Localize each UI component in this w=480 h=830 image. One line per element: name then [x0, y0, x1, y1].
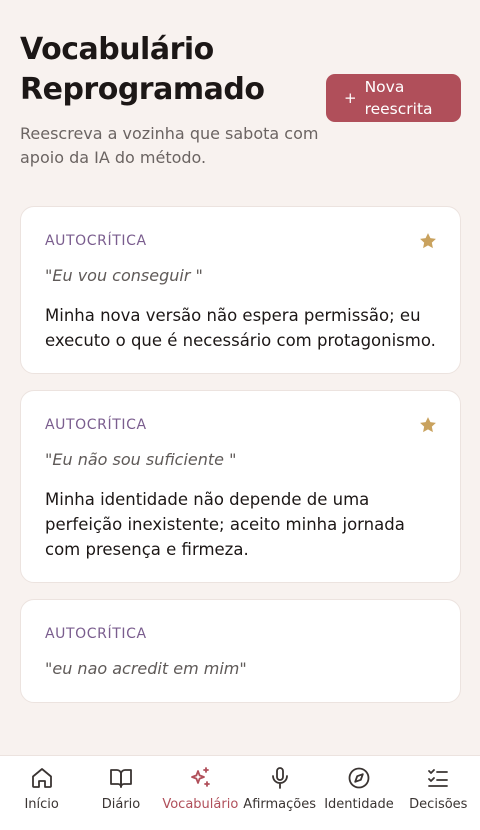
star-icon[interactable] [418, 231, 438, 251]
star-icon[interactable] [418, 415, 438, 435]
rewrite-card[interactable]: AUTOCRÍTICA "eu nao acredit em mim" [20, 599, 461, 703]
nav-label: Diário [101, 797, 141, 812]
nav-label: Decisões [409, 797, 468, 812]
nav-item-identidade[interactable]: Identidade [319, 766, 398, 830]
nav-label: Afirmações [243, 797, 316, 812]
compass-icon [348, 767, 370, 789]
card-quote: "Eu vou conseguir " [45, 266, 203, 285]
card-body: Minha nova versão não espera permissão; … [45, 306, 436, 350]
sparkles-icon [191, 767, 211, 787]
nav-item-diario[interactable]: Diário [81, 766, 160, 830]
card-tag: AUTOCRÍTICA [45, 233, 147, 249]
page-subtitle: Reescreva a vozinha que sabota com apoio… [20, 124, 319, 167]
page-title: Vocabulário Reprogramado [20, 32, 265, 107]
card-body: Minha identidade não depende de uma perf… [45, 490, 405, 559]
book-icon [110, 769, 132, 788]
microphone-icon [271, 767, 288, 789]
home-icon [31, 768, 52, 788]
card-tag: AUTOCRÍTICA [45, 417, 147, 433]
card-tag: AUTOCRÍTICA [45, 626, 147, 642]
card-quote: "Eu não sou suficiente " [45, 450, 237, 469]
bottom-nav: Início Diário Vocabulário Afirmações Ide… [0, 755, 480, 830]
plus-icon: + [344, 88, 357, 107]
rewrite-card[interactable]: AUTOCRÍTICA "Eu não sou suficiente " Min… [20, 390, 461, 583]
checklist-icon [428, 769, 449, 787]
rewrite-card[interactable]: AUTOCRÍTICA "Eu vou conseguir " Minha no… [20, 206, 461, 374]
nav-item-afirmacoes[interactable]: Afirmações [240, 766, 319, 830]
nav-label: Início [24, 797, 59, 812]
card-quote: "eu nao acredit em mim" [45, 659, 247, 678]
nav-item-inicio[interactable]: Início [2, 766, 81, 830]
nav-label: Identidade [324, 797, 394, 812]
rewrite-list: AUTOCRÍTICA "Eu vou conseguir " Minha no… [20, 206, 461, 719]
nav-label: Vocabulário [162, 797, 239, 812]
new-rewrite-button[interactable]: + Nova reescrita [326, 74, 461, 122]
nav-item-decisoes[interactable]: Decisões [399, 766, 478, 830]
new-rewrite-label: Nova reescrita [364, 78, 433, 118]
nav-item-vocabulario[interactable]: Vocabulário [161, 766, 240, 830]
